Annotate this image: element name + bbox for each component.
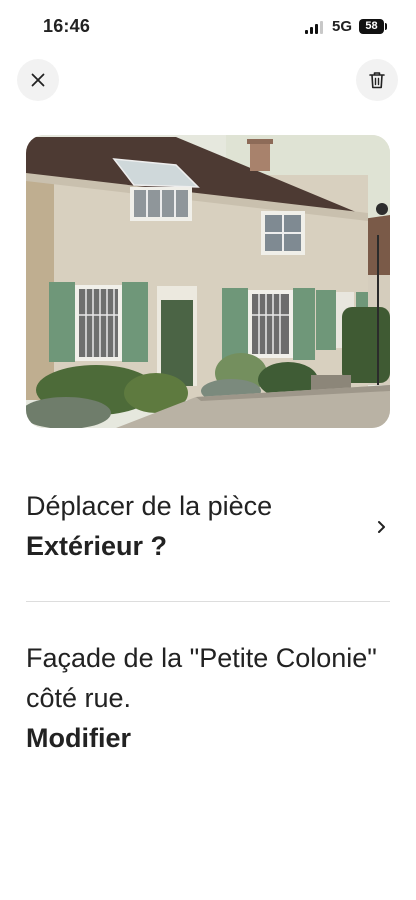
edit-caption-link[interactable]: Modifier — [26, 718, 390, 758]
move-to-room-row[interactable]: Déplacer de la pièce Extérieur ? — [26, 486, 390, 578]
status-bar: 16:46 5G 58 — [0, 0, 416, 54]
trash-icon — [369, 72, 385, 89]
move-prompt: Déplacer de la pièce — [26, 491, 273, 521]
move-to-room-text: Déplacer de la pièce Extérieur ? — [26, 486, 356, 566]
battery-tip — [385, 23, 387, 30]
caption-text: Façade de la "Petite Colonie" côté rue. — [26, 643, 377, 713]
close-button[interactable] — [17, 59, 59, 101]
house-facade-photo[interactable] — [26, 135, 390, 428]
delete-photo-button[interactable] — [356, 59, 398, 101]
battery-icon: 58 — [359, 19, 384, 34]
divider — [26, 601, 390, 602]
status-time: 16:46 — [43, 16, 91, 36]
chevron-right-icon — [378, 521, 385, 533]
photo-caption: Façade de la "Petite Colonie" côté rue. … — [26, 638, 390, 758]
room-name: Extérieur ? — [26, 531, 168, 561]
network-type: 5G — [332, 18, 353, 35]
cellular-signal-icon — [305, 21, 325, 34]
battery-level: 58 — [365, 20, 378, 32]
close-icon — [31, 73, 45, 87]
